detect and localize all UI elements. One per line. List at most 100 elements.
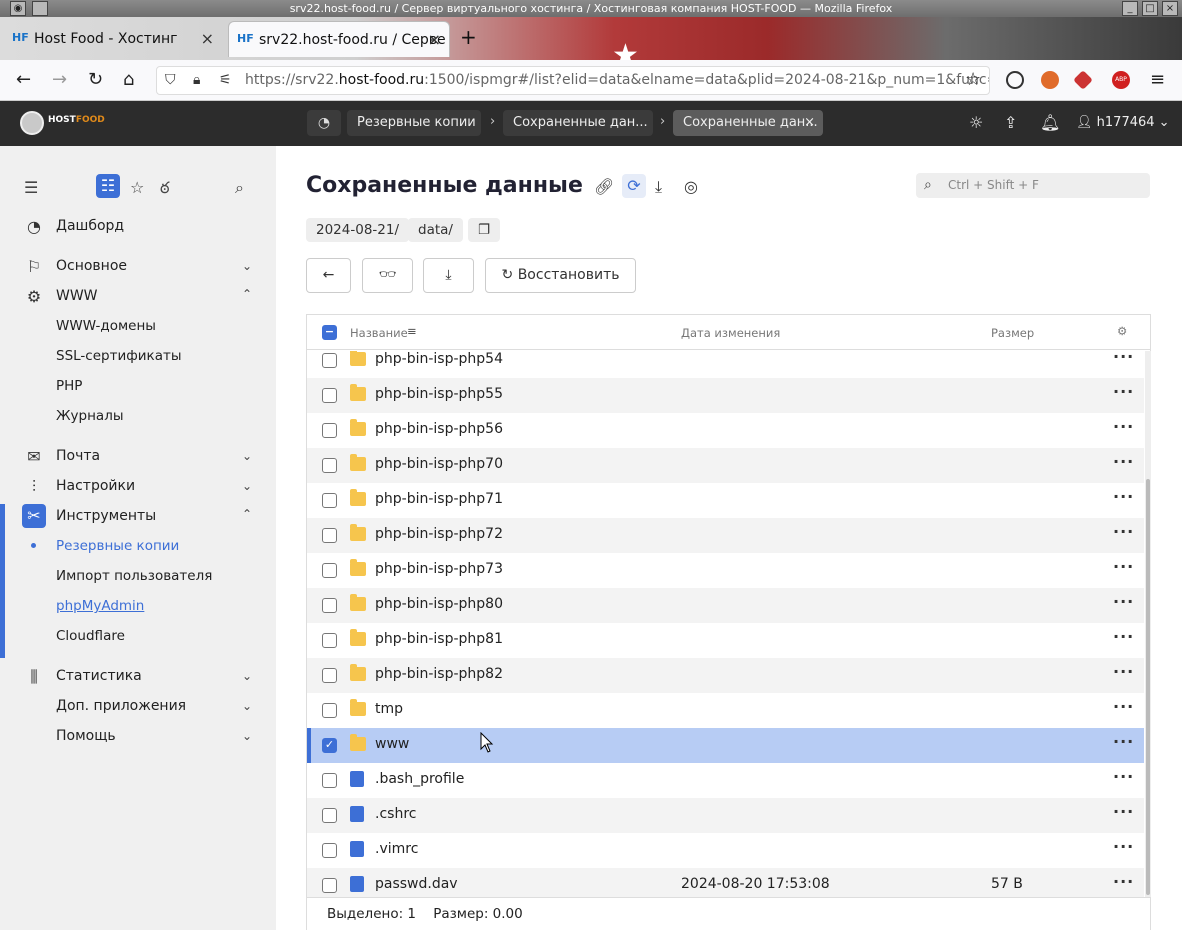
sort-icon[interactable]: ≡ bbox=[407, 324, 417, 338]
forward-icon[interactable]: → bbox=[52, 70, 67, 90]
row-actions-icon[interactable]: ··· bbox=[1113, 382, 1134, 401]
permissions-icon[interactable]: ⚟ bbox=[219, 67, 232, 94]
extension-red-icon[interactable] bbox=[1073, 70, 1093, 90]
file-name[interactable]: php-bin-isp-php70 bbox=[375, 456, 503, 472]
tab-srv22[interactable]: HF srv22.host-food.ru / Серве × bbox=[228, 21, 450, 57]
user-menu[interactable]: 👤︎ h177464 ⌄ bbox=[1076, 115, 1170, 130]
close-breadcrumb-icon[interactable]: × bbox=[804, 110, 815, 136]
breadcrumb-backups[interactable]: Резервные копии bbox=[347, 110, 481, 136]
column-date[interactable]: Дата изменения bbox=[681, 326, 780, 340]
breadcrumb-saved-data-current[interactable]: Сохраненные дан... × bbox=[673, 110, 823, 136]
shield-icon[interactable]: ⛉ bbox=[165, 67, 176, 94]
adblock-icon[interactable]: ABP bbox=[1112, 71, 1130, 89]
sidebar-item-settings[interactable]: Настройки bbox=[56, 478, 135, 494]
theme-sun-icon[interactable]: ☼ bbox=[969, 113, 983, 132]
column-name[interactable]: Название bbox=[350, 326, 408, 340]
file-name[interactable]: www bbox=[375, 736, 409, 752]
sidebar-item-help[interactable]: Помощь bbox=[56, 728, 116, 744]
download-box-icon[interactable]: ⤓ bbox=[655, 177, 662, 197]
row-actions-icon[interactable]: ··· bbox=[1113, 662, 1134, 681]
chevron-down-icon[interactable]: ⌄ bbox=[242, 479, 252, 493]
copy-path-icon[interactable]: ❐ bbox=[468, 218, 500, 242]
table-row[interactable]: php-bin-isp-php70 ··· bbox=[307, 448, 1144, 483]
sidebar-item-ssl[interactable]: SSL-сертификаты bbox=[56, 348, 182, 364]
extension-fox-icon[interactable] bbox=[1041, 71, 1059, 89]
menu-toggle-icon[interactable]: ☰ bbox=[24, 178, 38, 197]
file-name[interactable]: passwd.dav bbox=[375, 876, 458, 892]
row-actions-icon[interactable]: ··· bbox=[1113, 627, 1134, 646]
chevron-down-icon[interactable]: ⌄ bbox=[242, 259, 252, 273]
table-row[interactable]: php-bin-isp-php71 ··· bbox=[307, 483, 1144, 518]
sidebar-item-dashboard[interactable]: Дашборд bbox=[56, 218, 124, 234]
hostfood-logo[interactable] bbox=[20, 111, 44, 135]
table-row[interactable]: .vimrc ··· bbox=[307, 833, 1144, 868]
table-row[interactable]: php-bin-isp-php73 ··· bbox=[307, 553, 1144, 588]
sidebar-item-www[interactable]: WWW bbox=[56, 288, 98, 304]
row-checkbox[interactable] bbox=[322, 563, 337, 578]
file-name[interactable]: .bash_profile bbox=[375, 771, 464, 787]
restore-button[interactable]: ↻ Восстановить bbox=[485, 258, 636, 293]
path-segment-date[interactable]: 2024-08-21/ bbox=[306, 218, 410, 242]
sidebar-item-phpmyadmin[interactable]: phpMyAdmin bbox=[56, 598, 144, 614]
file-name[interactable]: .cshrc bbox=[375, 806, 416, 822]
lock-icon[interactable]: 🔒︎ bbox=[193, 67, 200, 94]
upload-icon[interactable]: ⇪ bbox=[1004, 113, 1017, 132]
scrollbar[interactable] bbox=[1145, 351, 1151, 897]
home-icon[interactable]: ⌂ bbox=[123, 70, 134, 90]
reload-icon[interactable]: ↻ bbox=[88, 70, 103, 90]
dashboard-icon[interactable]: ◔ bbox=[307, 110, 341, 136]
table-row[interactable]: .cshrc ··· bbox=[307, 798, 1144, 833]
row-checkbox[interactable] bbox=[322, 703, 337, 718]
table-row[interactable]: .bash_profile ··· bbox=[307, 763, 1144, 798]
sidebar-item-logs[interactable]: Журналы bbox=[56, 408, 124, 424]
table-row[interactable]: php-bin-isp-php55 ··· bbox=[307, 378, 1144, 413]
download-button[interactable]: ⤓ bbox=[423, 258, 474, 293]
row-actions-icon[interactable]: ··· bbox=[1113, 697, 1134, 716]
link-icon[interactable]: 🔗︎ bbox=[594, 177, 614, 196]
back-button[interactable]: ← bbox=[306, 258, 351, 293]
row-checkbox[interactable] bbox=[322, 633, 337, 648]
new-tab-button[interactable]: + bbox=[460, 25, 477, 49]
sidebar-item-backups[interactable]: Резервные копии bbox=[56, 538, 179, 554]
footprints-icon[interactable]: ఠ bbox=[160, 178, 170, 201]
bell-icon[interactable]: 🔔︎ bbox=[1040, 113, 1060, 132]
table-row[interactable]: php-bin-isp-php81 ··· bbox=[307, 623, 1144, 658]
row-checkbox[interactable] bbox=[322, 493, 337, 508]
table-row[interactable]: php-bin-isp-php56 ··· bbox=[307, 413, 1144, 448]
row-checkbox[interactable] bbox=[322, 388, 337, 403]
row-actions-icon[interactable]: ··· bbox=[1113, 522, 1134, 541]
row-actions-icon[interactable]: ··· bbox=[1113, 592, 1134, 611]
table-row[interactable]: php-bin-isp-php54 ··· bbox=[307, 351, 1144, 378]
file-name[interactable]: php-bin-isp-php82 bbox=[375, 666, 503, 682]
row-checkbox[interactable]: ✓ bbox=[322, 738, 337, 753]
search-input[interactable]: ⌕ Ctrl + Shift + F bbox=[916, 173, 1150, 198]
row-checkbox[interactable] bbox=[322, 843, 337, 858]
row-checkbox[interactable] bbox=[322, 458, 337, 473]
row-actions-icon[interactable]: ··· bbox=[1113, 872, 1134, 891]
file-name[interactable]: php-bin-isp-php81 bbox=[375, 631, 503, 647]
pocket-icon[interactable] bbox=[1006, 71, 1024, 89]
sidebar-item-cloudflare[interactable]: Cloudflare bbox=[56, 628, 125, 644]
hamburger-menu-icon[interactable]: ≡ bbox=[1150, 70, 1165, 90]
file-name[interactable]: php-bin-isp-php73 bbox=[375, 561, 503, 577]
search-icon[interactable]: ⌕ bbox=[235, 178, 244, 198]
row-actions-icon[interactable]: ··· bbox=[1113, 732, 1134, 751]
row-actions-icon[interactable]: ··· bbox=[1113, 557, 1134, 576]
sidebar-item-import-user[interactable]: Импорт пользователя bbox=[56, 568, 212, 584]
bookmark-star-icon[interactable]: ☆ bbox=[965, 70, 981, 90]
file-name[interactable]: php-bin-isp-php80 bbox=[375, 596, 503, 612]
tab-hostfood[interactable]: HF Host Food - Хостинг × bbox=[4, 21, 222, 57]
row-checkbox[interactable] bbox=[322, 878, 337, 893]
row-checkbox[interactable] bbox=[322, 773, 337, 788]
column-size[interactable]: Размер bbox=[991, 326, 1034, 340]
breadcrumb-saved-data[interactable]: Сохраненные дан... bbox=[503, 110, 653, 136]
chevron-up-icon[interactable]: ⌃ bbox=[242, 287, 252, 301]
chevron-down-icon[interactable]: ⌄ bbox=[242, 669, 252, 683]
file-name[interactable]: tmp bbox=[375, 701, 403, 717]
row-actions-icon[interactable]: ··· bbox=[1113, 837, 1134, 856]
firefox-menu-icon[interactable]: ◉ bbox=[10, 1, 26, 16]
file-name[interactable]: php-bin-isp-php71 bbox=[375, 491, 503, 507]
sidebar-item-statistics[interactable]: Статистика bbox=[56, 668, 142, 684]
sidebar-item-php[interactable]: PHP bbox=[56, 378, 82, 394]
path-segment-data[interactable]: data/ bbox=[408, 218, 463, 242]
